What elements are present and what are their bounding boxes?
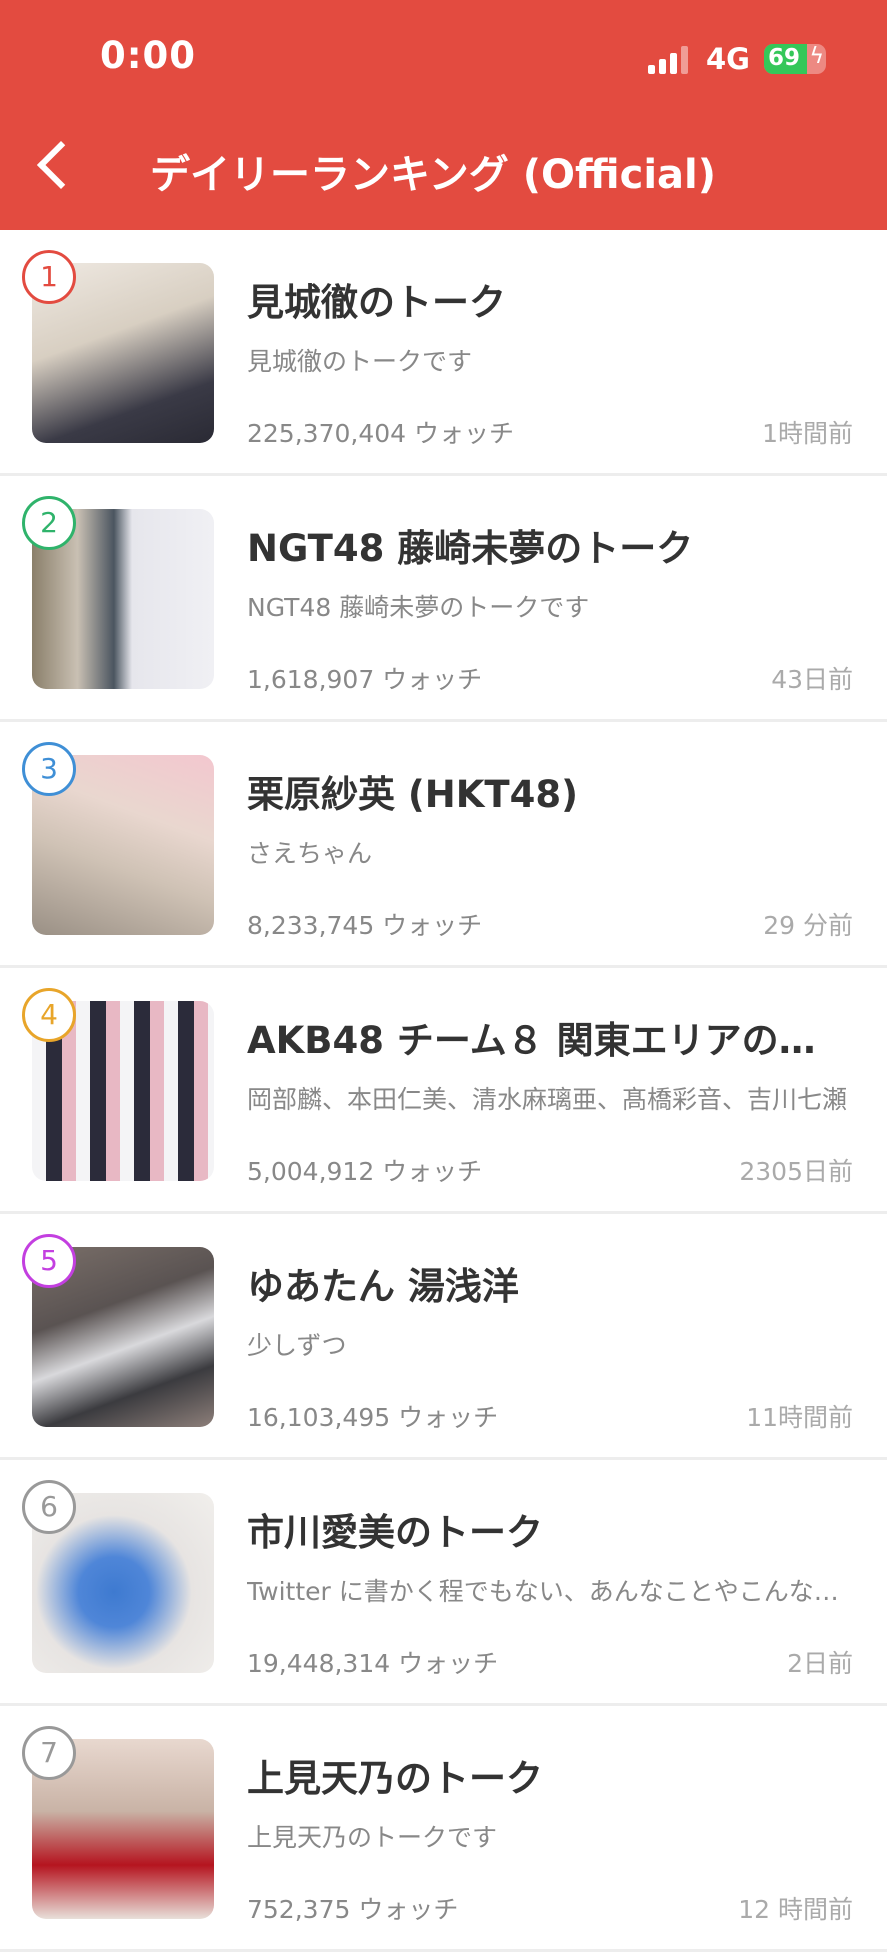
- talk-title: NGT48 藤崎未夢のトーク: [247, 527, 694, 570]
- battery-icon: 69 ϟ: [764, 44, 826, 74]
- back-chevron-icon[interactable]: [26, 138, 82, 204]
- rank-badge: 5: [22, 1234, 76, 1288]
- updated-time: 1時間前: [762, 419, 853, 448]
- ranking-row[interactable]: 4 AKB48 チーム８ 関東エリアのトーク 岡部麟、本田仁美、清水麻璃亜、髙橋…: [0, 968, 887, 1214]
- updated-time: 2日前: [787, 1649, 853, 1678]
- watch-count: 752,375 ウォッチ: [247, 1895, 459, 1924]
- rank-badge: 3: [22, 742, 76, 796]
- talk-title: AKB48 チーム８ 関東エリアのトーク: [247, 1019, 847, 1062]
- ranking-row[interactable]: 2 NGT48 藤崎未夢のトーク NGT48 藤崎未夢のトークです 1,618,…: [0, 476, 887, 722]
- talk-description: Twitter に書かく程でもない、あんなことやこんなこと: [247, 1577, 847, 1606]
- charging-icon: ϟ: [809, 44, 824, 69]
- ranking-row[interactable]: 3 栗原紗英 (HKT48) さえちゃん 8,233,745 ウォッチ 29 分…: [0, 722, 887, 968]
- ranking-row[interactable]: 7 上見天乃のトーク 上見天乃のトークです 752,375 ウォッチ 12 時間…: [0, 1706, 887, 1952]
- rank-badge: 2: [22, 496, 76, 550]
- rank-badge: 6: [22, 1480, 76, 1534]
- ranking-list: 1 見城徹のトーク 見城徹のトークです 225,370,404 ウォッチ 1時間…: [0, 230, 887, 1952]
- page-title: デイリーランキング (Official): [150, 152, 717, 198]
- talk-description: 岡部麟、本田仁美、清水麻璃亜、髙橋彩音、吉川七瀬: [247, 1085, 847, 1114]
- talk-description: さえちゃん: [247, 839, 373, 868]
- talk-title: 上見天乃のトーク: [247, 1757, 543, 1800]
- talk-description: NGT48 藤崎未夢のトークです: [247, 593, 590, 622]
- ranking-row[interactable]: 6 市川愛美のトーク Twitter に書かく程でもない、あんなことやこんなこと…: [0, 1460, 887, 1706]
- talk-description: 少しずつ: [247, 1331, 347, 1360]
- updated-time: 43日前: [771, 665, 853, 694]
- status-time: 0:00: [100, 34, 197, 77]
- battery-percent: 69: [768, 45, 801, 71]
- rank-badge: 7: [22, 1726, 76, 1780]
- rank-badge: 4: [22, 988, 76, 1042]
- updated-time: 29 分前: [763, 911, 853, 940]
- updated-time: 11時間前: [746, 1403, 853, 1432]
- network-type: 4G: [706, 42, 750, 76]
- talk-title: 市川愛美のトーク: [247, 1511, 543, 1554]
- watch-count: 19,448,314 ウォッチ: [247, 1649, 499, 1678]
- app-header: 0:00 4G 69 ϟ デイリーランキング (Official): [0, 0, 887, 230]
- talk-title: 見城徹のトーク: [247, 281, 506, 324]
- updated-time: 2305日前: [739, 1157, 853, 1186]
- watch-count: 8,233,745 ウォッチ: [247, 911, 483, 940]
- updated-time: 12 時間前: [738, 1895, 853, 1924]
- watch-count: 5,004,912 ウォッチ: [247, 1157, 483, 1186]
- talk-description: 見城徹のトークです: [247, 347, 473, 376]
- talk-title: 栗原紗英 (HKT48): [247, 773, 579, 816]
- watch-count: 1,618,907 ウォッチ: [247, 665, 483, 694]
- signal-icon: [648, 46, 692, 74]
- ranking-row[interactable]: 1 見城徹のトーク 見城徹のトークです 225,370,404 ウォッチ 1時間…: [0, 230, 887, 476]
- talk-description: 上見天乃のトークです: [247, 1823, 498, 1852]
- watch-count: 16,103,495 ウォッチ: [247, 1403, 499, 1432]
- talk-title: ゆあたん 湯浅洋: [247, 1265, 519, 1308]
- watch-count: 225,370,404 ウォッチ: [247, 419, 514, 448]
- ranking-row[interactable]: 5 ゆあたん 湯浅洋 少しずつ 16,103,495 ウォッチ 11時間前: [0, 1214, 887, 1460]
- rank-badge: 1: [22, 250, 76, 304]
